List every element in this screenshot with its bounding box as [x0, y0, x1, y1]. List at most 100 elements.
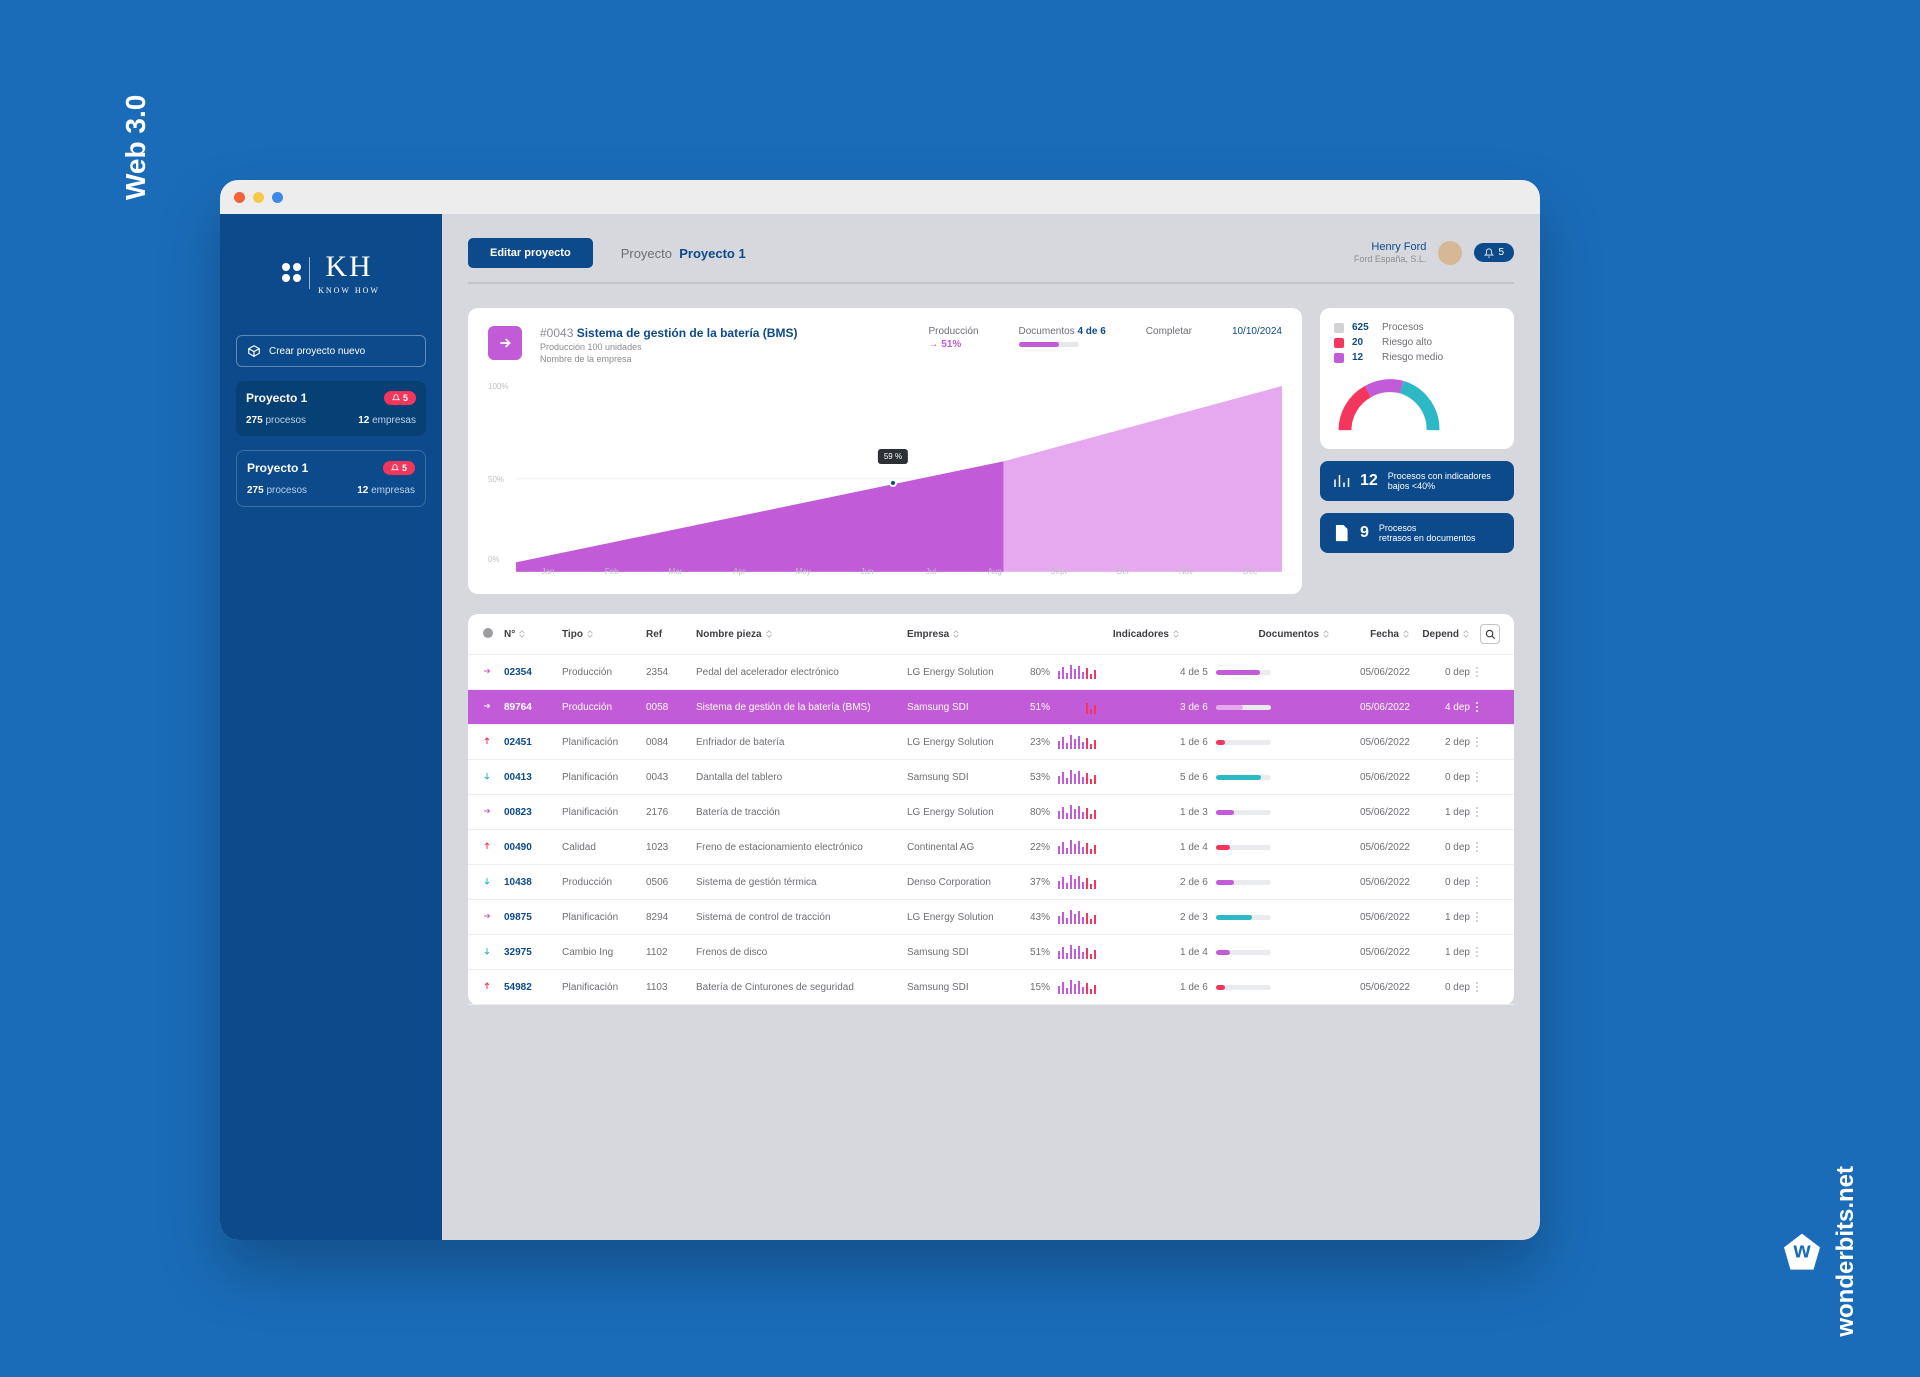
table-row[interactable]: 32975 Cambio Ing 1102 Frenos de disco Sa… — [468, 935, 1514, 970]
progress-bar — [1216, 775, 1271, 780]
project-title: Proyecto 1 — [247, 461, 308, 475]
logo-subtitle: KNOW HOW — [318, 286, 380, 295]
alert-badge: 5 — [384, 391, 416, 405]
sparkline — [1058, 770, 1096, 784]
cube-icon — [247, 344, 261, 358]
x-axis-label: Jun — [835, 567, 899, 576]
chart-icon-box — [488, 326, 522, 360]
sparkline — [1058, 700, 1096, 714]
search-icon — [1485, 629, 1496, 640]
avatar[interactable] — [1438, 241, 1462, 265]
sort-icon — [586, 630, 594, 638]
table-header: N° Tipo Ref Nombre pieza Empresa Indicad… — [468, 614, 1514, 655]
th-num[interactable]: N° — [504, 629, 562, 640]
th-documentos[interactable]: Documentos — [1180, 629, 1330, 640]
table-row[interactable]: 09875 Planificación 8294 Sistema de cont… — [468, 900, 1514, 935]
new-project-label: Crear proyecto nuevo — [269, 346, 365, 357]
info-icon — [482, 627, 494, 639]
x-axis-label: May — [771, 567, 835, 576]
table-row[interactable]: 00490 Calidad 1023 Freno de estacionamie… — [468, 830, 1514, 865]
x-axis-label: Feb — [580, 567, 644, 576]
row-menu-icon[interactable] — [1470, 947, 1484, 957]
progress-bar — [1216, 670, 1271, 675]
window-min-dot[interactable] — [253, 192, 264, 203]
th-fecha[interactable]: Fecha — [1330, 629, 1410, 640]
indicator-low-card[interactable]: 12 Procesos con indicadores bajos <40% — [1320, 461, 1514, 501]
table-row[interactable]: 89764 Producción 0058 Sistema de gestión… — [468, 690, 1514, 725]
window-close-dot[interactable] — [234, 192, 245, 203]
table-row[interactable]: 02354 Producción 2354 Pedal del acelerad… — [468, 655, 1514, 690]
th-nombre[interactable]: Nombre pieza — [696, 629, 907, 640]
x-axis-label: Nov — [1154, 567, 1218, 576]
row-menu-icon[interactable] — [1470, 842, 1484, 852]
sidebar: KH KNOW HOW Crear proyecto nuevo Proyect… — [220, 214, 442, 1240]
progress-bar — [1216, 845, 1271, 850]
donut-chart — [1334, 377, 1444, 432]
th-tipo[interactable]: Tipo — [562, 629, 646, 640]
browser-window: KH KNOW HOW Crear proyecto nuevo Proyect… — [220, 180, 1540, 1240]
row-menu-icon[interactable] — [1470, 877, 1484, 887]
th-ref[interactable]: Ref — [646, 629, 696, 640]
row-menu-icon[interactable] — [1470, 807, 1484, 817]
sort-icon — [1402, 630, 1410, 638]
x-axis-label: Oct — [1090, 567, 1154, 576]
page-label-web30: Web 3.0 — [120, 95, 152, 200]
progress-bar — [1216, 740, 1271, 745]
table-row[interactable]: 00413 Planificación 0043 Dantalla del ta… — [468, 760, 1514, 795]
edit-project-button[interactable]: Editar proyecto — [468, 238, 593, 268]
row-menu-icon[interactable] — [1470, 737, 1484, 747]
notifications-badge[interactable]: 5 — [1474, 243, 1514, 262]
stats-card: 625Procesos 20Riesgo alto 12Riesgo medio — [1320, 308, 1514, 449]
x-axis-label: Sept — [1027, 567, 1091, 576]
sort-icon — [1462, 630, 1470, 638]
document-icon — [1332, 524, 1350, 542]
sort-icon — [765, 630, 773, 638]
alert-badge: 5 — [383, 461, 415, 475]
doc-delay-card[interactable]: 9 Procesosretrasos en documentos — [1320, 513, 1514, 553]
bell-icon — [391, 464, 399, 472]
progress-bar — [1216, 880, 1271, 885]
sparkline — [1058, 805, 1096, 819]
trend-right-icon — [482, 911, 492, 921]
bars-icon — [1332, 472, 1350, 490]
sidebar-project-card[interactable]: Proyecto 15 275 procesos12 empresas — [236, 381, 426, 436]
trend-up-icon — [482, 981, 492, 991]
table-row[interactable]: 54982 Planificación 1103 Batería de Cint… — [468, 970, 1514, 1005]
sparkline — [1058, 910, 1096, 924]
row-menu-icon[interactable] — [1470, 982, 1484, 992]
sparkline — [1058, 840, 1096, 854]
sort-icon — [952, 630, 960, 638]
progress-bar — [1216, 950, 1271, 955]
table-row[interactable]: 02451 Planificación 0084 Enfriador de ba… — [468, 725, 1514, 760]
trend-up-icon — [482, 841, 492, 851]
new-project-button[interactable]: Crear proyecto nuevo — [236, 335, 426, 367]
sort-icon — [1322, 630, 1330, 638]
user-name: Henry Ford — [1354, 240, 1427, 254]
trend-up-icon — [482, 736, 492, 746]
table-row[interactable]: 10438 Producción 0506 Sistema de gestión… — [468, 865, 1514, 900]
x-axis-label: Jan — [516, 567, 580, 576]
logo-icon — [282, 263, 301, 282]
arrow-right-icon — [497, 335, 513, 351]
row-menu-icon[interactable] — [1470, 912, 1484, 922]
x-axis-label: Apr — [707, 567, 771, 576]
trend-down-icon — [482, 946, 492, 956]
sparkline — [1058, 875, 1096, 889]
row-menu-icon[interactable] — [1470, 772, 1484, 782]
project-title: Proyecto 1 — [246, 391, 307, 405]
search-button[interactable] — [1480, 624, 1500, 644]
progress-bar — [1216, 810, 1271, 815]
sidebar-project-card[interactable]: Proyecto 15 275 procesos12 empresas — [236, 450, 426, 507]
window-max-dot[interactable] — [272, 192, 283, 203]
th-depend[interactable]: Depend — [1410, 629, 1470, 640]
page-label-wonderbits: wonderbits.net — [1784, 1166, 1860, 1337]
table-row[interactable]: 00823 Planificación 2176 Batería de trac… — [468, 795, 1514, 830]
th-indicadores[interactable]: Indicadores — [1030, 629, 1180, 640]
chart-point — [889, 479, 897, 487]
x-axis-label: Mar — [644, 567, 708, 576]
bell-icon — [392, 394, 400, 402]
chart-card: #0043 Sistema de gestión de la batería (… — [468, 308, 1302, 594]
th-empresa[interactable]: Empresa — [907, 629, 1030, 640]
row-menu-icon[interactable] — [1470, 702, 1484, 712]
row-menu-icon[interactable] — [1470, 667, 1484, 677]
